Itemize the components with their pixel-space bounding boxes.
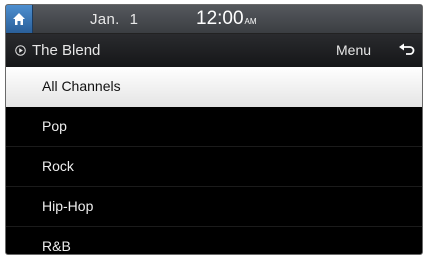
title-bar: The Blend Menu	[6, 34, 422, 67]
channel-label: Hip-Hop	[42, 198, 94, 214]
channel-label: Rock	[42, 158, 74, 174]
channel-item-pop[interactable]: Pop	[6, 107, 422, 147]
date-display: Jan. 1	[90, 11, 138, 28]
channel-label: Pop	[42, 118, 67, 134]
status-bar: Jan. 1 12:00AM	[6, 5, 422, 34]
channel-label: All Channels	[42, 78, 121, 94]
home-button[interactable]	[6, 5, 33, 33]
station-title: The Blend	[32, 42, 101, 59]
play-circle-icon	[15, 45, 26, 56]
radio-screen: Jan. 1 12:00AM The Blend Menu All Channel…	[5, 4, 423, 255]
channel-item-rock[interactable]: Rock	[6, 147, 422, 187]
clock-display: 12:00AM	[196, 8, 257, 30]
channel-item-all-channels[interactable]: All Channels	[6, 67, 422, 107]
date-month: Jan.	[90, 11, 120, 28]
channel-item-rnb[interactable]: R&B	[6, 227, 422, 254]
menu-button[interactable]: Menu	[336, 42, 371, 58]
channel-item-hip-hop[interactable]: Hip-Hop	[6, 187, 422, 227]
home-icon	[13, 13, 25, 25]
channel-list: All Channels Pop Rock Hip-Hop R&B	[6, 67, 422, 254]
clock-time: 12:00	[196, 8, 244, 29]
back-arrow-icon[interactable]	[398, 42, 416, 58]
date-day: 1	[129, 11, 139, 28]
channel-label: R&B	[42, 238, 71, 254]
clock-ampm: AM	[244, 17, 257, 26]
